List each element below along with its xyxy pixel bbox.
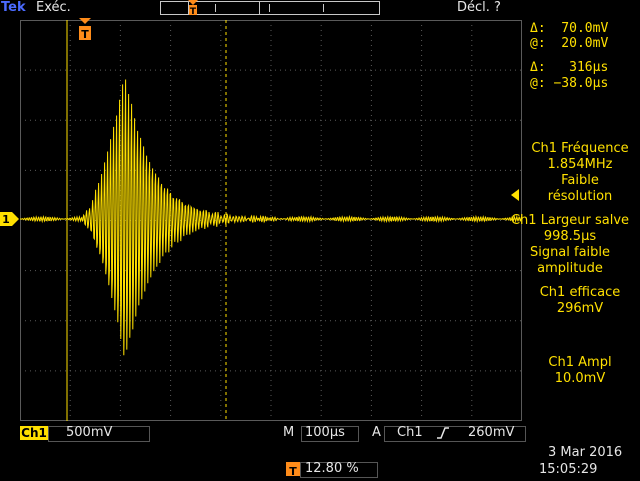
waveform-graticule[interactable] [20,20,522,421]
measurement-line: Ch1 efficace [539,285,621,300]
cursor-time-delta: Δ: 316µs [530,60,609,75]
horizontal-position-value: 12.80 % [305,461,359,476]
rising-edge-icon [437,427,449,439]
cursor-voltage-at: @: 20.0mV [530,36,609,51]
cursor-voltage-delta: Δ: 70.0mV [530,21,609,36]
svg-text:T: T [289,465,297,477]
cursor-time-at: @: −38.0µs [530,76,609,91]
trigger-status[interactable]: Décl. ? [457,0,501,15]
measurement-line: Ch1 Largeur salve [510,213,630,228]
trigger-source: Ch1 [397,425,423,440]
measurement-line: 1.854MHz [547,157,613,172]
measurement-amplitude[interactable]: Ch1 Ampl 10.0mV [520,355,640,387]
acquisition-run-status[interactable]: Exéc. [36,0,71,15]
svg-text:T: T [81,28,89,41]
readout-panel: Δ: 70.0mV @: 20.0mV Δ: 316µs @: −38.0µs … [511,18,640,418]
svg-text:1: 1 [2,213,10,226]
horizontal-position-icon: T [286,462,300,478]
trigger-point-icon[interactable]: T [78,18,92,42]
trigger-level: 260mV [468,425,515,440]
measurement-line: 10.0mV [554,371,606,386]
measurement-line: Faible [561,173,599,188]
measurement-line: Ch1 Fréquence [531,141,629,156]
trigger-position-icon: T [188,0,198,16]
channel-1-badge[interactable]: Ch1 [20,426,48,440]
record-tick [269,4,270,12]
measurement-line: 296mV [556,301,604,316]
timebase-label: M [283,425,295,440]
left-arrow-icon [511,189,519,201]
measurement-line: Ch1 Ampl [548,355,612,370]
timebase-seconds-per-div: 100µs [305,425,345,440]
channel-ground-marker-icon[interactable]: 1 [0,212,20,226]
channel-volts-per-div: 500mV [66,425,113,440]
svg-text:T: T [190,7,197,16]
trigger-a-label: A [372,425,381,440]
brand-logo: Tek [1,0,26,15]
measurement-line: 998.5µs [543,229,597,244]
measurement-line: résolution [547,189,613,204]
measurement-line: Signal faible [529,245,611,260]
date-display: 3 Mar 2016 [548,445,623,460]
time-display: 15:05:29 [539,462,598,477]
measurement-rms[interactable]: Ch1 efficace 296mV [520,285,640,317]
measurement-frequency[interactable]: Ch1 Fréquence 1.854MHz Faible résolution [520,141,640,205]
record-tick [323,4,324,12]
measurement-burst-width[interactable]: Ch1 Largeur salve 998.5µs Signal faible … [500,213,640,277]
measurement-line: amplitude [537,261,603,276]
